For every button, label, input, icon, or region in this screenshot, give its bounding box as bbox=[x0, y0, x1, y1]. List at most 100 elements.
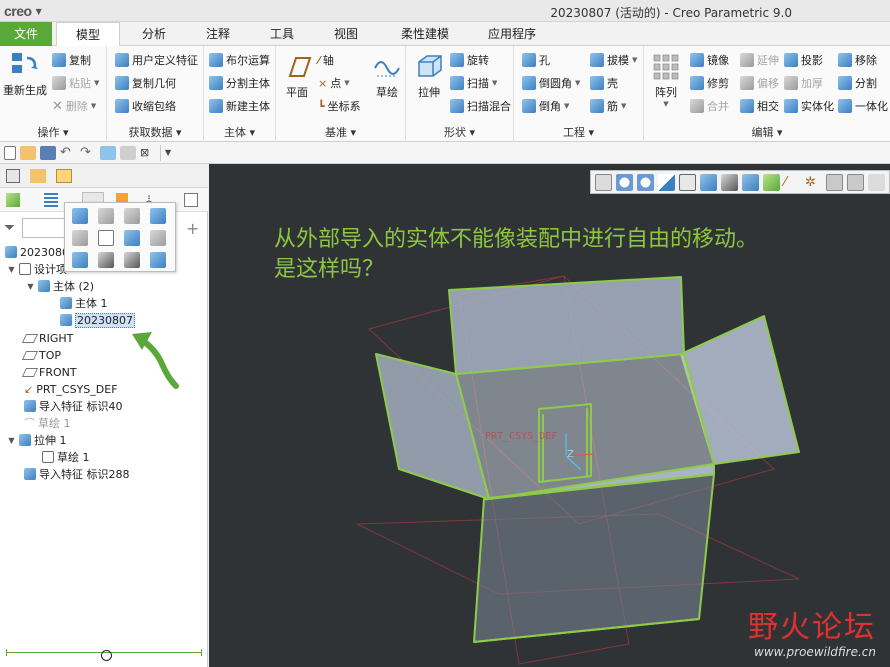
edit-definition-icon[interactable] bbox=[72, 208, 88, 224]
tab-file[interactable]: 文件 bbox=[0, 22, 52, 46]
hide-icon[interactable] bbox=[98, 252, 114, 268]
add-icon[interactable]: + bbox=[186, 219, 199, 238]
show-icon[interactable] bbox=[124, 252, 140, 268]
shrinkwrap-button[interactable]: 收缩包络 bbox=[115, 97, 176, 115]
model-tree-tab-icon[interactable] bbox=[6, 169, 20, 183]
split-button[interactable]: 分割 bbox=[838, 74, 877, 92]
merge-button[interactable]: 合并 bbox=[690, 97, 729, 115]
group-label-editing[interactable]: 编辑 ▾ bbox=[644, 124, 890, 140]
tab-tools[interactable]: 工具 bbox=[256, 22, 308, 46]
tab-view[interactable]: 视图 bbox=[320, 22, 372, 46]
tab-analysis[interactable]: 分析 bbox=[128, 22, 180, 46]
tree-item[interactable]: ▼ 主体 (2) bbox=[26, 278, 94, 294]
regenerate-small-icon[interactable] bbox=[100, 145, 116, 160]
boolean-button[interactable]: 布尔运算 bbox=[209, 51, 270, 69]
tree-item[interactable]: 草绘 1 bbox=[42, 449, 90, 465]
pattern-button[interactable]: 阵列 ▼ bbox=[648, 52, 684, 108]
copy-geometry-button[interactable]: 复制几何 bbox=[115, 74, 176, 92]
intersect-button[interactable]: 相交 bbox=[740, 97, 779, 115]
tree-item[interactable]: ▼ 拉伸 1 bbox=[7, 432, 67, 448]
copy-button[interactable]: 复制 bbox=[52, 51, 91, 69]
tab-model[interactable]: 模型 bbox=[56, 22, 120, 47]
group-label-engineering[interactable]: 工程 ▾ bbox=[514, 124, 643, 140]
project-button[interactable]: 投影 bbox=[784, 51, 823, 69]
group-label-body[interactable]: 主体 ▾ bbox=[204, 124, 275, 140]
creo-logo[interactable]: creo ▼ bbox=[4, 3, 42, 19]
udf-button[interactable]: 用户定义特征 bbox=[115, 51, 198, 69]
group-label-datum[interactable]: 基准 ▾ bbox=[276, 124, 405, 140]
hole-button[interactable]: 孔 bbox=[522, 51, 550, 69]
tree-list-icon[interactable] bbox=[44, 193, 58, 207]
tree-item[interactable]: TOP bbox=[21, 347, 61, 363]
tree-item[interactable]: 主体 1 bbox=[60, 295, 108, 311]
rib-button[interactable]: 筋 ▼ bbox=[590, 97, 626, 115]
open-folder-icon[interactable] bbox=[20, 145, 36, 160]
tree-item[interactable]: RIGHT bbox=[21, 330, 73, 346]
save-icon[interactable] bbox=[40, 145, 56, 160]
tab-annotate[interactable]: 注释 bbox=[192, 22, 244, 46]
new-file-icon[interactable] bbox=[4, 145, 16, 160]
zoom-to-selected-icon[interactable] bbox=[72, 252, 88, 268]
extend-button[interactable]: 延伸 bbox=[740, 51, 779, 69]
swept-blend-button[interactable]: 扫描混合 bbox=[450, 97, 511, 115]
chamfer-button[interactable]: 倒角 ▼ bbox=[522, 97, 569, 115]
folder-browser-tab-icon[interactable] bbox=[30, 169, 46, 183]
solidify-button[interactable]: 实体化 bbox=[784, 97, 834, 115]
show-icon[interactable] bbox=[6, 193, 20, 207]
revolve-button[interactable]: 旋转 bbox=[450, 51, 489, 69]
csys-button[interactable]: ┗ 坐标系 bbox=[318, 97, 361, 115]
regenerate-button[interactable]: 重新生成 bbox=[2, 50, 48, 98]
round-button[interactable]: 倒圆角 ▼ bbox=[522, 74, 580, 92]
mirror-button[interactable]: 镜像 bbox=[690, 51, 729, 69]
collapse-icon[interactable]: ▼ bbox=[7, 265, 16, 274]
favorites-tab-icon[interactable] bbox=[56, 169, 72, 183]
remove-button[interactable]: 移除 bbox=[838, 51, 877, 69]
new-body-button[interactable]: 新建主体 bbox=[209, 97, 270, 115]
group-label-get-data[interactable]: 获取数据 ▾ bbox=[107, 124, 203, 140]
split-icon[interactable] bbox=[124, 230, 140, 246]
notes-icon[interactable] bbox=[184, 193, 198, 207]
windows-icon[interactable] bbox=[120, 145, 136, 160]
dimensions-icon[interactable] bbox=[98, 230, 114, 246]
tree-item[interactable]: ⌒ 草绘 1 bbox=[24, 415, 71, 431]
tree-item[interactable]: 导入特征 标识40 bbox=[24, 398, 123, 414]
customize-dropdown-icon[interactable]: ▼ bbox=[165, 146, 181, 160]
delete-button[interactable]: ✕ 删除 ▼ bbox=[52, 97, 96, 115]
mirror-icon[interactable] bbox=[150, 208, 166, 224]
collapse-icon[interactable]: ▼ bbox=[7, 436, 16, 445]
sweep-button[interactable]: 扫描 ▼ bbox=[450, 74, 497, 92]
split-body-button[interactable]: 分割主体 bbox=[209, 74, 270, 92]
undo-icon[interactable]: ↶ bbox=[60, 145, 76, 160]
paste-button[interactable]: 粘贴 ▼ bbox=[52, 74, 99, 92]
group-label-operations[interactable]: 操作 ▾ bbox=[0, 124, 106, 140]
point-button[interactable]: × 点 ▼ bbox=[318, 74, 350, 92]
extrude-button[interactable]: 拉伸 bbox=[410, 52, 448, 100]
edit-icon[interactable] bbox=[98, 208, 114, 224]
collapse-icon[interactable]: ▼ bbox=[26, 282, 35, 291]
tree-item[interactable]: 导入特征 标识288 bbox=[24, 466, 130, 482]
filter-icon[interactable]: ⏷ bbox=[4, 220, 15, 236]
edit-references-icon[interactable] bbox=[124, 208, 140, 224]
tree-item-selected[interactable]: 20230807 bbox=[60, 312, 135, 328]
axis-button[interactable]: ⁄ 轴 bbox=[318, 51, 334, 69]
plane-button[interactable]: 平面 bbox=[280, 52, 314, 100]
tree-item[interactable]: FRONT bbox=[21, 364, 77, 380]
redo-icon[interactable]: ↷ bbox=[80, 145, 96, 160]
tree-item[interactable]: ▼ 设计项 bbox=[7, 261, 67, 277]
draft-button[interactable]: 拔模 ▼ bbox=[590, 51, 637, 69]
close-window-icon[interactable]: ⊠ bbox=[140, 146, 156, 160]
transform-icon[interactable] bbox=[72, 230, 88, 246]
shell-button[interactable]: 壳 bbox=[590, 74, 618, 92]
graphics-window[interactable]: ⁄ ✲ 从外部导入的实体不能像装配中进行自由的移动。 是这样吗？ Z PRT_C… bbox=[209, 164, 890, 667]
tree-item[interactable]: ↙ PRT_CSYS_DEF bbox=[24, 381, 118, 397]
trim-button[interactable]: 修剪 bbox=[690, 74, 729, 92]
group-label-shapes[interactable]: 形状 ▾ bbox=[406, 124, 513, 140]
sketch-button[interactable]: 草绘 bbox=[370, 52, 404, 100]
tab-flexible-modeling[interactable]: 柔性建模 bbox=[390, 22, 460, 46]
solid-body-icon[interactable] bbox=[150, 252, 166, 268]
appearance-icon[interactable] bbox=[150, 230, 166, 246]
unify-button[interactable]: 一体化 bbox=[838, 97, 888, 115]
offset-button[interactable]: 偏移 bbox=[740, 74, 779, 92]
thicken-button[interactable]: 加厚 bbox=[784, 74, 823, 92]
tab-applications[interactable]: 应用程序 bbox=[476, 22, 548, 46]
